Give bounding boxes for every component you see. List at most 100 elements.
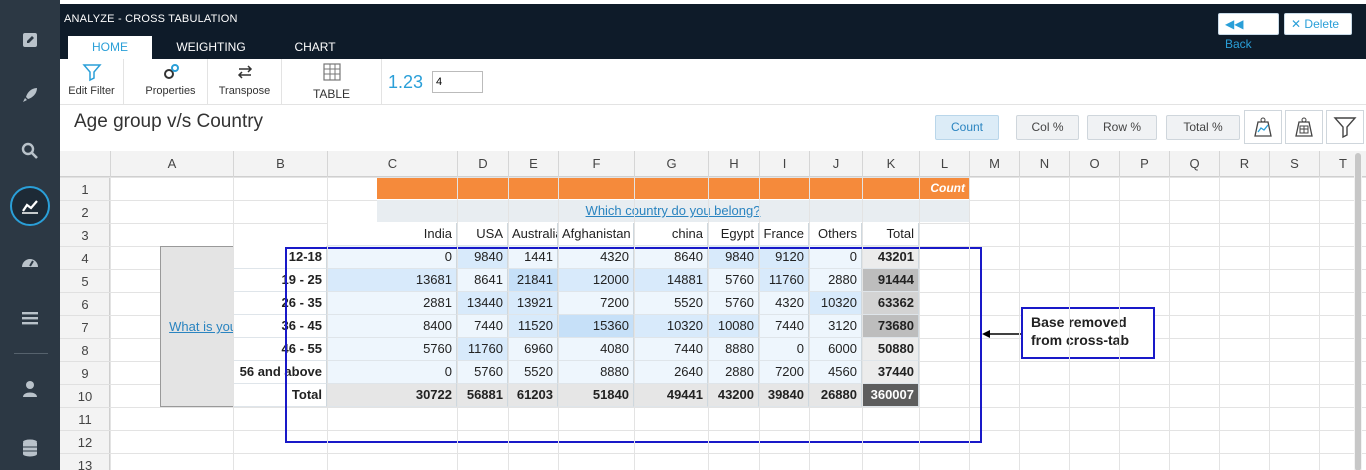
edit-filter-button[interactable]: Edit Filter [60, 59, 124, 105]
dashboard-icon[interactable] [10, 243, 50, 283]
tab-chart[interactable]: CHART [282, 36, 348, 59]
grid-line [919, 177, 920, 470]
back-button[interactable]: ◀◀ Back [1218, 13, 1279, 51]
grid-line [1319, 177, 1320, 470]
grid-line [327, 177, 328, 470]
close-icon: ✕ [1291, 17, 1302, 31]
sidebar-divider [14, 353, 48, 354]
col-label-cell[interactable]: Total [862, 223, 919, 246]
grid-line [1069, 177, 1070, 470]
toolbar: Edit Filter Properties Transpose TABLE 1… [60, 59, 1366, 105]
annotation-line-2: from cross-tab [1031, 332, 1130, 348]
row-header-column: 1 2 3 4 5 6 7 8 9 10 11 12 13 [60, 177, 110, 470]
col-percent-button[interactable]: Col % [1016, 115, 1079, 140]
back-label: Back [1225, 37, 1252, 51]
row-header-8[interactable]: 8 [60, 338, 110, 361]
grid-line [969, 177, 970, 470]
row-header-3[interactable]: 3 [60, 223, 110, 246]
delete-button[interactable]: ✕ Delete [1284, 13, 1352, 35]
analytics-icon[interactable] [10, 186, 50, 226]
column-header-d[interactable]: D [457, 151, 508, 177]
table-icon [322, 63, 341, 81]
row-header-5[interactable]: 5 [60, 269, 110, 292]
row-header-13[interactable]: 13 [60, 453, 110, 470]
col-label-cell[interactable]: USA [457, 223, 508, 246]
row-header-10[interactable]: 10 [60, 384, 110, 407]
column-header-g[interactable]: G [634, 151, 708, 177]
measure-banner: Count [377, 178, 969, 199]
table-button[interactable]: TABLE [282, 59, 382, 105]
edit-filter-label: Edit Filter [68, 85, 115, 97]
back-icon: ◀◀ [1225, 17, 1244, 31]
grid-line [1119, 177, 1120, 470]
column-header-e[interactable]: E [508, 151, 558, 177]
column-header-s[interactable]: S [1269, 151, 1319, 177]
table-label: TABLE [312, 87, 351, 101]
row-header-11[interactable]: 11 [60, 407, 110, 430]
page-title: Age group v/s Country [74, 111, 264, 132]
column-header-b[interactable]: B [233, 151, 327, 177]
column-header-q[interactable]: Q [1169, 151, 1219, 177]
row-header-2[interactable]: 2 [60, 200, 110, 223]
col-label-cell[interactable]: Egypt [708, 223, 759, 246]
column-header-m[interactable]: M [969, 151, 1019, 177]
col-label-cell[interactable]: Others [809, 223, 862, 246]
row-header-9[interactable]: 9 [60, 361, 110, 384]
list-icon[interactable] [10, 298, 50, 338]
row-header-4[interactable]: 4 [60, 246, 110, 269]
col-label-cell[interactable]: Australia [508, 223, 558, 246]
filter-icon [81, 64, 102, 82]
weight-chart-button[interactable] [1244, 110, 1282, 144]
sidebar [0, 0, 60, 470]
properties-button[interactable]: Properties [134, 59, 208, 105]
scrollbar-thumb[interactable] [1355, 153, 1361, 470]
row-header-6[interactable]: 6 [60, 292, 110, 315]
rocket-icon[interactable] [10, 75, 50, 115]
column-header-j[interactable]: J [809, 151, 862, 177]
transpose-button[interactable]: Transpose [208, 59, 282, 105]
cell-grid[interactable]: Count Which country do you belong? What … [110, 177, 1366, 470]
grid-line [508, 177, 509, 470]
col-label-cell[interactable]: France [759, 223, 809, 246]
column-header-o[interactable]: O [1069, 151, 1119, 177]
row-header-7[interactable]: 7 [60, 315, 110, 338]
edit-icon[interactable] [10, 20, 50, 60]
row-header-1[interactable]: 1 [60, 177, 110, 200]
filter-icon [1333, 117, 1357, 139]
column-header-c[interactable]: C [327, 151, 457, 177]
delete-label: Delete [1304, 17, 1340, 31]
count-button[interactable]: Count [935, 115, 999, 140]
column-header-f[interactable]: F [558, 151, 634, 177]
tab-home[interactable]: HOME [68, 36, 152, 59]
column-header-i[interactable]: I [759, 151, 809, 177]
grid-line [1169, 177, 1170, 470]
user-icon[interactable] [10, 369, 50, 409]
col-label-cell[interactable]: china [634, 223, 708, 246]
grid-line [457, 177, 458, 470]
swap-icon [237, 65, 252, 79]
grid-line [759, 177, 760, 470]
column-header-n[interactable]: N [1019, 151, 1069, 177]
col-label-cell[interactable]: Afghanistan [558, 223, 634, 246]
decimals-input[interactable] [432, 71, 483, 93]
column-header-l[interactable]: L [919, 151, 969, 177]
column-header-k[interactable]: K [862, 151, 919, 177]
title-bar: ANALYZE - CROSS TABULATION HOME WEIGHTIN… [60, 4, 1366, 59]
row-header-12[interactable]: 12 [60, 430, 110, 453]
filter-view-button[interactable] [1326, 110, 1364, 144]
column-header-a[interactable]: A [110, 151, 233, 177]
column-question-link[interactable]: Which country do you belong? [377, 200, 969, 222]
tab-weighting[interactable]: WEIGHTING [166, 36, 256, 59]
col-label-cell[interactable]: India [327, 223, 457, 246]
column-header-p[interactable]: P [1119, 151, 1169, 177]
total-percent-button[interactable]: Total % [1166, 115, 1240, 140]
column-header-r[interactable]: R [1219, 151, 1269, 177]
grid-line [634, 177, 635, 470]
window-title: ANALYZE - CROSS TABULATION [64, 13, 238, 25]
database-icon[interactable] [10, 428, 50, 468]
spreadsheet[interactable]: ABCDEFGHIJKLMNOPQRST 1 2 3 4 5 6 7 8 9 10 11 12 13 C… [60, 151, 1366, 470]
search-icon[interactable] [10, 131, 50, 171]
row-percent-button[interactable]: Row % [1087, 115, 1157, 140]
weight-table-button[interactable] [1285, 110, 1323, 144]
column-header-h[interactable]: H [708, 151, 759, 177]
